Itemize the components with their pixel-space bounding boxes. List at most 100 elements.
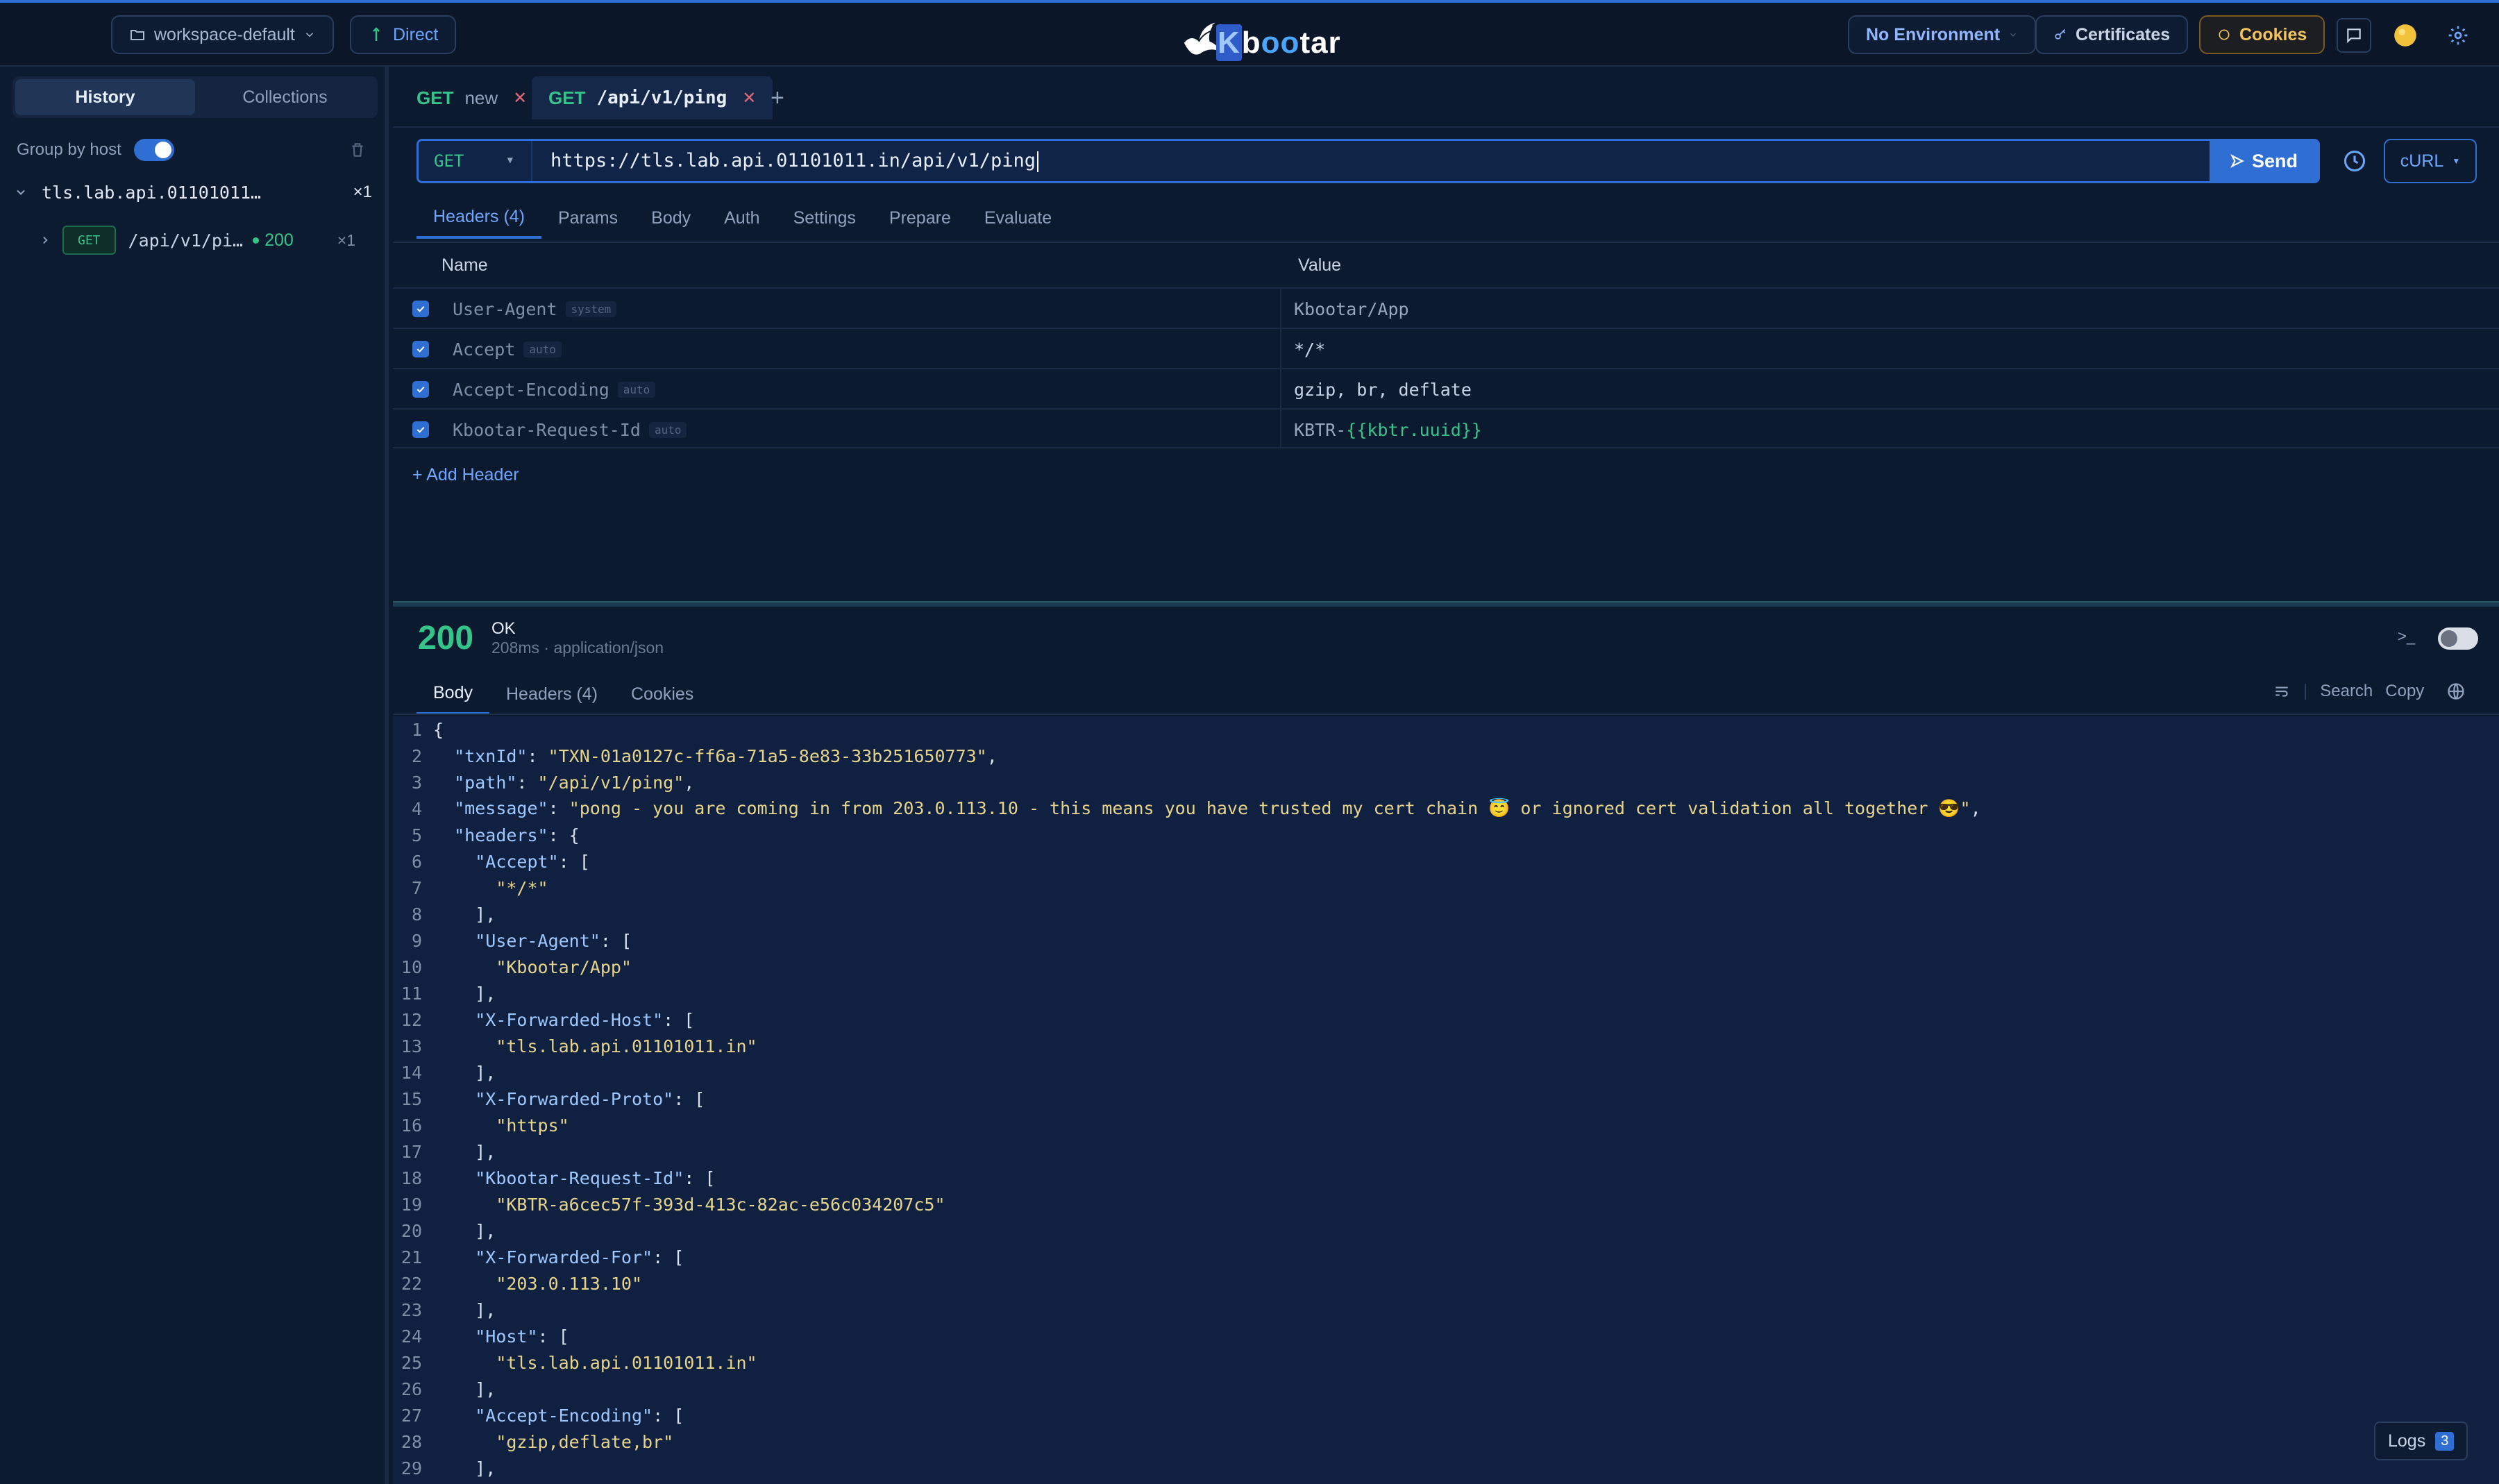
line-number: 16 [401, 1115, 422, 1136]
code-line: 23 ], [393, 1297, 2499, 1323]
response-status-code: 200 [418, 620, 474, 657]
close-icon[interactable]: ✕ [513, 88, 527, 108]
header-value[interactable]: Kbootar/App [1294, 289, 1409, 329]
response-tab-body[interactable]: Body [416, 673, 489, 715]
code-line: 29 ], [393, 1455, 2499, 1481]
response-tab-headers[interactable]: Headers (4) [489, 673, 614, 715]
divider [393, 714, 2499, 715]
feedback-button[interactable] [2337, 18, 2371, 53]
line-number: 27 [401, 1405, 422, 1426]
header-value[interactable]: gzip, br, deflate [1294, 369, 1472, 410]
value-variable: {{kbtr.uuid}} [1346, 419, 1482, 440]
globe-icon[interactable] [2446, 682, 2466, 701]
settings-button[interactable] [2441, 18, 2475, 53]
bird-logo-icon [1184, 22, 1220, 55]
curl-button[interactable]: cURL ▼ [2384, 139, 2477, 183]
request-path: /api/v1/pi… [128, 230, 244, 251]
subtab-auth[interactable]: Auth [707, 197, 776, 239]
code-line: 5 "headers": { [393, 822, 2499, 848]
code-line: 15 "X-Forwarded-Proto": [ [393, 1086, 2499, 1112]
code-text: "*/*" [496, 877, 548, 898]
terminal-icon[interactable]: >_ [2398, 627, 2415, 646]
folder-icon [131, 30, 144, 40]
method-select[interactable]: GET ▼ [419, 141, 532, 181]
code-text: "X-Forwarded-For": [ [475, 1247, 684, 1267]
line-number: 18 [401, 1167, 422, 1188]
gear-icon [2448, 26, 2468, 45]
request-tab-ping[interactable]: GET /api/v1/ping ✕ [532, 76, 773, 119]
divider [1280, 369, 1281, 408]
environment-selector[interactable]: No Environment [1848, 15, 2037, 54]
header-enabled-checkbox[interactable] [412, 341, 429, 357]
header-value[interactable]: */* [1294, 329, 1325, 369]
code-text: "203.0.113.10" [496, 1273, 643, 1294]
code-text: ], [433, 1378, 496, 1399]
table-row: Kbootar-Request-Id auto KBTR- {{kbtr.uuid}… [393, 408, 2499, 448]
response-tab-cookies[interactable]: Cookies [614, 673, 710, 715]
history-clock-icon[interactable] [2342, 149, 2367, 174]
response-toggle[interactable] [2438, 627, 2478, 650]
add-tab-icon[interactable]: + [771, 85, 784, 112]
host-group-row[interactable]: tls.lab.api.01101011… ×1 [14, 178, 375, 207]
environment-label: No Environment [1866, 24, 2001, 44]
cookies-label: Cookies [2239, 24, 2307, 44]
wrap-lines-icon[interactable] [2273, 682, 2291, 700]
group-by-host-row: Group by host [17, 136, 371, 164]
header-name[interactable]: User-Agent system [453, 289, 617, 329]
search-button[interactable]: Search [2320, 682, 2373, 701]
response-body-viewer[interactable]: 1{2 "txnId": "TXN-01a0127c-ff6a-71a5-8e8… [393, 716, 2499, 1484]
url-input[interactable]: https://tls.lab.api.01101011.in/api/v1/p… [532, 150, 2210, 172]
code-text: ], [433, 1141, 496, 1162]
subtab-prepare[interactable]: Prepare [873, 197, 968, 239]
code-text: "txnId": "TXN-01a0127c-ff6a-71a5-8e83-33… [454, 745, 998, 766]
divider [1280, 329, 1281, 368]
line-number: 5 [411, 825, 422, 845]
theme-toggle[interactable] [2388, 18, 2423, 53]
code-text: ], [433, 904, 496, 925]
logs-button[interactable]: Logs 3 [2374, 1422, 2468, 1460]
subtab-settings[interactable]: Settings [777, 197, 873, 239]
add-header-button[interactable]: + Add Header [412, 465, 519, 485]
group-by-host-toggle[interactable] [133, 139, 174, 161]
code-line: 12 "X-Forwarded-Host": [ [393, 1006, 2499, 1033]
code-text: "KBTR-a6cec57f-393d-413c-82ac-e56c034207… [496, 1194, 945, 1215]
tab-collections[interactable]: Collections [195, 79, 375, 115]
line-number: 22 [401, 1273, 422, 1294]
workspace-selector[interactable]: workspace-default [111, 15, 334, 54]
header-name[interactable]: Accept auto [453, 329, 562, 369]
code-text: "path": "/api/v1/ping", [454, 772, 695, 793]
line-number: 12 [401, 1009, 422, 1030]
table-row: User-Agent system Kbootar/App [393, 287, 2499, 328]
subtab-params[interactable]: Params [541, 197, 634, 239]
trash-icon[interactable] [348, 140, 367, 160]
subtab-evaluate[interactable]: Evaluate [968, 197, 1068, 239]
panel-resize-handle[interactable] [393, 601, 2499, 607]
header-value[interactable]: KBTR- {{kbtr.uuid}} [1294, 410, 1482, 450]
tab-history[interactable]: History [15, 79, 195, 115]
workspace-name: workspace-default [154, 24, 295, 44]
send-button[interactable]: Send [2210, 141, 2318, 181]
request-tab-new[interactable]: GET new ✕ [400, 76, 544, 119]
mode-label: Direct [393, 24, 439, 44]
history-request-row[interactable]: GET /api/v1/pi… 200 ×1 [39, 224, 375, 257]
close-icon[interactable]: ✕ [742, 88, 756, 108]
code-text: ], [433, 1299, 496, 1320]
code-line: 7 "*/*" [393, 875, 2499, 901]
header-name[interactable]: Accept-Encoding auto [453, 369, 656, 410]
certificates-button[interactable]: Certificates [2035, 15, 2189, 54]
code-line: 18 "Kbootar-Request-Id": [ [393, 1165, 2499, 1191]
copy-button[interactable]: Copy [2385, 682, 2424, 701]
header-tag: auto [648, 421, 687, 438]
status-code: 200 [264, 230, 294, 250]
header-enabled-checkbox[interactable] [412, 301, 429, 317]
subtab-headers[interactable]: Headers (4) [416, 197, 541, 239]
header-enabled-checkbox[interactable] [412, 381, 429, 398]
subtab-body[interactable]: Body [634, 197, 707, 239]
header-tag: auto [617, 381, 656, 398]
cookies-button[interactable]: Cookies [2199, 15, 2325, 54]
header-name[interactable]: Kbootar-Request-Id auto [453, 410, 687, 450]
header-enabled-checkbox[interactable] [412, 421, 429, 438]
sun-icon [2394, 24, 2416, 47]
direct-mode-button[interactable]: Direct [350, 15, 457, 54]
code-line: 28 "gzip,deflate,br" [393, 1428, 2499, 1455]
